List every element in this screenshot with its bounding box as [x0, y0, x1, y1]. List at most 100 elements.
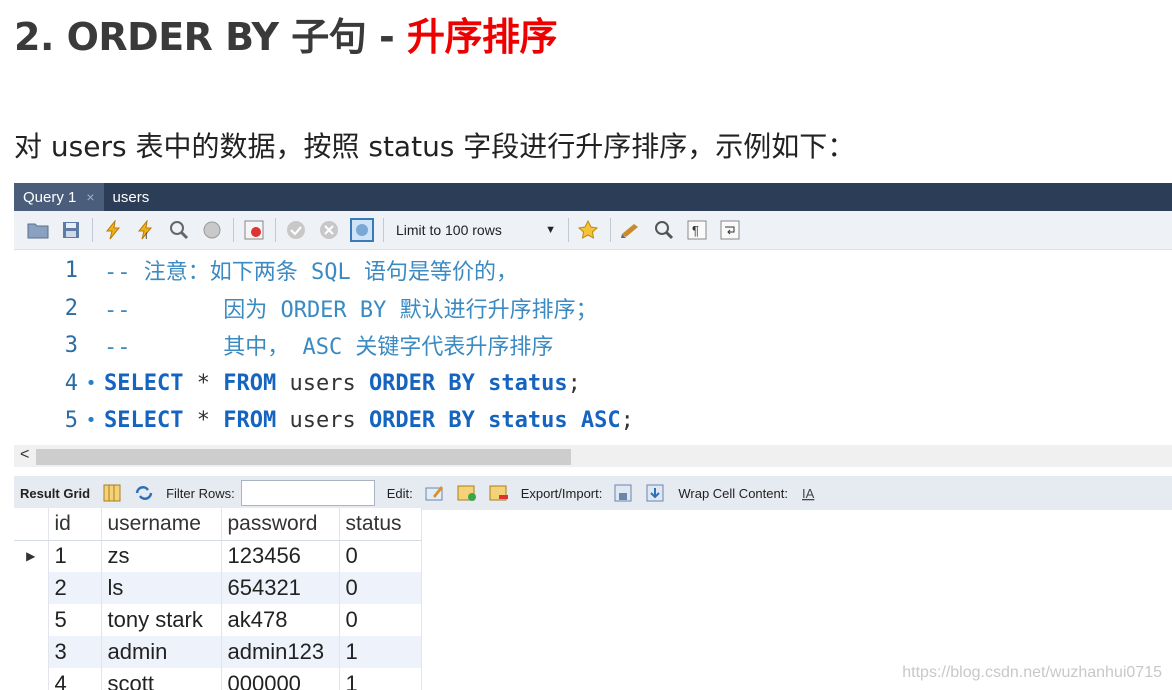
row-marker: [14, 668, 49, 690]
toolbar-divider: [92, 218, 93, 242]
sql-text: *: [183, 407, 224, 433]
cell-id[interactable]: 1: [48, 540, 102, 572]
bookmark-star-icon[interactable]: [577, 218, 601, 242]
cell-status[interactable]: 1: [339, 636, 422, 668]
cell-status[interactable]: 1: [339, 668, 422, 690]
scroll-left-arrow[interactable]: <: [20, 446, 29, 464]
table-row[interactable]: 2 ls 654321 0: [14, 572, 422, 604]
watermark: https://blog.csdn.net/wuzhanhui0715: [902, 664, 1162, 681]
column-header-status[interactable]: status: [339, 508, 422, 541]
row-marker: [14, 604, 49, 636]
cell-password[interactable]: 123456: [221, 540, 340, 572]
sql-text: *: [183, 370, 224, 396]
result-toolbar: Result Grid Filter Rows: Edit: Export/Im…: [14, 476, 1172, 510]
export-icon[interactable]: [613, 482, 635, 504]
open-folder-icon[interactable]: [26, 218, 50, 242]
execute-current-icon[interactable]: I: [134, 218, 158, 242]
sql-text: users: [276, 407, 369, 433]
tab-query-1[interactable]: Query 1 ×: [14, 183, 104, 211]
horizontal-scrollbar[interactable]: <: [14, 445, 1172, 467]
sql-keyword: FROM: [223, 370, 277, 396]
code-line[interactable]: 3 -- 其中， ASC 关键字代表升序排序: [14, 327, 554, 363]
sql-text: users: [276, 370, 369, 396]
table-row[interactable]: ▶ 1 zs 123456 0: [14, 540, 422, 572]
sql-toolbar: I Limit to 100 rows ▼ ¶: [14, 211, 1172, 250]
cell-password[interactable]: 654321: [221, 572, 340, 604]
stop-icon[interactable]: [200, 218, 224, 242]
cell-id[interactable]: 3: [48, 636, 102, 668]
autocommit-icon[interactable]: [350, 218, 374, 242]
column-header-id[interactable]: id: [48, 508, 102, 541]
save-icon[interactable]: [59, 218, 83, 242]
svg-text:I: I: [145, 231, 148, 240]
cell-id[interactable]: 4: [48, 668, 102, 690]
code-line[interactable]: 1 -- 注意：如下两条 SQL 语句是等价的，: [14, 252, 518, 288]
cell-username[interactable]: tony stark: [101, 604, 222, 636]
sql-editor[interactable]: 1 -- 注意：如下两条 SQL 语句是等价的， 2 -- 因为 ORDER BY 默…: [14, 250, 1172, 450]
cell-status[interactable]: 0: [339, 540, 422, 572]
explain-icon[interactable]: [167, 218, 191, 242]
find-icon[interactable]: [652, 218, 676, 242]
code-text: SELECT * FROM users ORDER BY status ASC;: [104, 408, 634, 433]
cell-password[interactable]: ak478: [221, 604, 340, 636]
cell-password[interactable]: 000000: [221, 668, 340, 690]
code-line[interactable]: 4 • SELECT * FROM users ORDER BY status;: [14, 365, 581, 401]
cell-username[interactable]: admin: [101, 636, 222, 668]
table-row[interactable]: 5 tony stark ak478 0: [14, 604, 422, 636]
scroll-thumb[interactable]: [36, 449, 571, 465]
limit-rows-select[interactable]: Limit to 100 rows ▼: [392, 222, 560, 238]
filter-rows-label: Filter Rows:: [166, 485, 235, 501]
limit-rows-label: Limit to 100 rows: [396, 222, 502, 238]
refresh-icon[interactable]: [133, 482, 155, 504]
svg-text:¶: ¶: [692, 223, 699, 238]
edit-row-icon[interactable]: [424, 482, 446, 504]
code-text: -- 注意：如下两条 SQL 语句是等价的，: [104, 254, 518, 286]
close-icon[interactable]: ×: [86, 189, 94, 205]
column-header-password[interactable]: password: [221, 508, 340, 541]
result-grid-button[interactable]: Result Grid: [20, 486, 90, 501]
word-wrap-icon[interactable]: [718, 218, 742, 242]
cell-username[interactable]: zs: [101, 540, 222, 572]
beautify-icon[interactable]: [619, 218, 643, 242]
sql-comment: -- 注意：如下两条 SQL 语句是等价的，: [104, 260, 518, 285]
wrap-cell-icon[interactable]: IA: [799, 482, 821, 504]
column-header-username[interactable]: username: [101, 508, 222, 541]
export-import-label: Export/Import:: [520, 485, 603, 501]
grid-header-row: id username password status: [14, 508, 422, 541]
import-icon[interactable]: [645, 482, 667, 504]
cell-id[interactable]: 5: [48, 604, 102, 636]
filter-rows-input[interactable]: [240, 480, 375, 506]
grid-corner: [14, 508, 49, 541]
grid-layout-icon[interactable]: [101, 482, 123, 504]
statement-marker-icon: •: [85, 409, 97, 431]
rollback-icon[interactable]: [317, 218, 341, 242]
cell-username[interactable]: ls: [101, 572, 222, 604]
commit-icon[interactable]: [284, 218, 308, 242]
sql-text: ;: [567, 370, 581, 396]
edit-label: Edit:: [386, 485, 413, 501]
cell-id[interactable]: 2: [48, 572, 102, 604]
result-grid: id username password status ▶ 1 zs 123456 0 2 ls 65…: [14, 508, 422, 690]
sql-keyword: ORDER BY: [368, 407, 475, 433]
toggle-errors-icon[interactable]: [242, 218, 266, 242]
tab-users[interactable]: users: [104, 183, 159, 211]
code-line[interactable]: 5 • SELECT * FROM users ORDER BY status AS…: [14, 402, 634, 438]
execute-icon[interactable]: [101, 218, 125, 242]
toolbar-divider: [610, 218, 611, 242]
cell-status[interactable]: 0: [339, 572, 422, 604]
wrap-cell-label: Wrap Cell Content:: [678, 485, 788, 501]
add-row-icon[interactable]: [456, 482, 478, 504]
invisible-chars-icon[interactable]: ¶: [685, 218, 709, 242]
cell-status[interactable]: 0: [339, 604, 422, 636]
statement-marker-icon: •: [85, 372, 97, 394]
line-number: 3: [64, 332, 78, 358]
table-row[interactable]: 4 scott 000000 1: [14, 668, 422, 690]
tab-label: users: [112, 188, 150, 206]
delete-row-icon[interactable]: [488, 482, 510, 504]
cell-username[interactable]: scott: [101, 668, 222, 690]
current-row-arrow-icon: ▶: [14, 540, 49, 572]
table-row[interactable]: 3 admin admin123 1: [14, 636, 422, 668]
sql-keyword: status ASC: [488, 407, 621, 433]
code-line[interactable]: 2 -- 因为 ORDER BY 默认进行升序排序；: [14, 290, 598, 326]
cell-password[interactable]: admin123: [221, 636, 340, 668]
